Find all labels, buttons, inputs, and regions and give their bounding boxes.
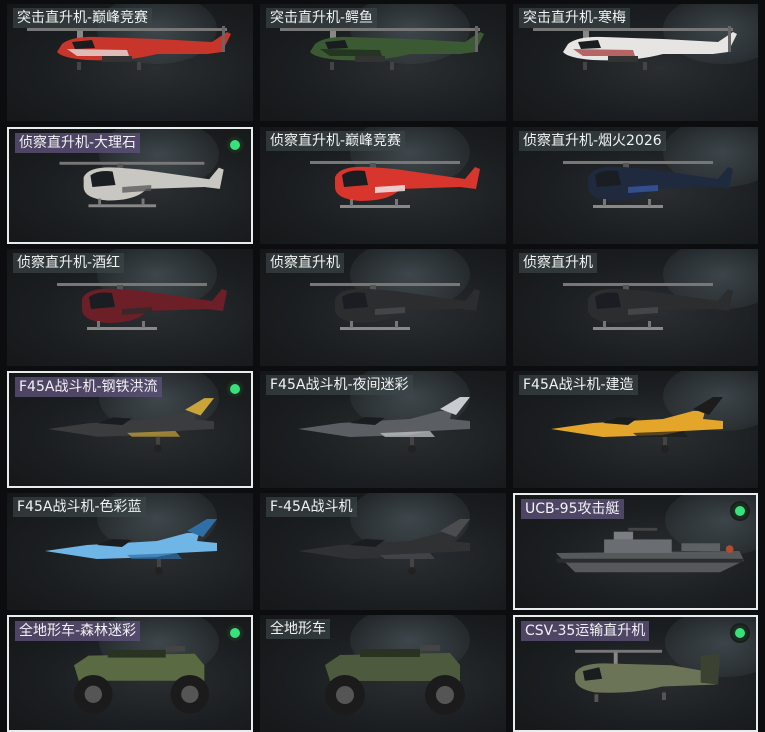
vehicle-card-label: 突击直升机-巅峰竞赛 — [13, 8, 153, 28]
vehicle-card-label: 突击直升机-鳄鱼 — [266, 8, 378, 28]
vehicle-card[interactable]: 全地形车 — [260, 615, 506, 732]
vehicle-skin-grid: 突击直升机-巅峰竞赛 突击直升机-鳄鱼 突击直升机-寒梅 侦察直升机-大理石 侦… — [0, 0, 765, 732]
vehicle-card-label: 侦察直升机-酒红 — [13, 253, 125, 273]
vehicle-card[interactable]: 侦察直升机-酒红 — [7, 249, 253, 366]
vehicle-card[interactable]: 侦察直升机 — [260, 249, 506, 366]
owned-status-icon — [732, 625, 748, 641]
vehicle-card[interactable]: CSV-35运输直升机 — [513, 615, 758, 732]
vehicle-card[interactable]: 侦察直升机-巅峰竞赛 — [260, 127, 506, 244]
vehicle-card[interactable]: 侦察直升机 — [513, 249, 758, 366]
vehicle-card-label: 侦察直升机-大理石 — [15, 133, 141, 153]
vehicle-card[interactable]: 突击直升机-寒梅 — [513, 4, 758, 121]
vehicle-card-label: 侦察直升机-巅峰竞赛 — [266, 131, 406, 151]
vehicle-card-label: F45A战斗机-建造 — [519, 375, 638, 395]
vehicle-card-label: F45A战斗机-色彩蓝 — [13, 497, 146, 517]
vehicle-card-label: 全地形车 — [266, 619, 330, 639]
vehicle-card-label: UCB-95攻击艇 — [521, 499, 624, 519]
vehicle-card[interactable]: 突击直升机-鳄鱼 — [260, 4, 506, 121]
vehicle-card[interactable]: F45A战斗机-钢铁洪流 — [7, 371, 253, 488]
vehicle-card[interactable]: F45A战斗机-夜间迷彩 — [260, 371, 506, 488]
vehicle-card[interactable]: 侦察直升机-烟火2026 — [513, 127, 758, 244]
vehicle-card-label: CSV-35运输直升机 — [521, 621, 650, 641]
vehicle-card-label: F-45A战斗机 — [266, 497, 357, 517]
vehicle-card-label: 侦察直升机 — [266, 253, 344, 273]
vehicle-card-label: 侦察直升机 — [519, 253, 597, 273]
vehicle-card[interactable]: F-45A战斗机 — [260, 493, 506, 610]
owned-status-icon — [227, 137, 243, 153]
vehicle-card[interactable]: 全地形车-森林迷彩 — [7, 615, 253, 732]
vehicle-card-label: 突击直升机-寒梅 — [519, 8, 631, 28]
vehicle-card-label: 侦察直升机-烟火2026 — [519, 131, 666, 151]
vehicle-card[interactable]: 侦察直升机-大理石 — [7, 127, 253, 244]
vehicle-card[interactable]: F45A战斗机-建造 — [513, 371, 758, 488]
vehicle-card[interactable]: 突击直升机-巅峰竞赛 — [7, 4, 253, 121]
vehicle-card-label: F45A战斗机-夜间迷彩 — [266, 375, 413, 395]
vehicle-card-label: F45A战斗机-钢铁洪流 — [15, 377, 162, 397]
vehicle-card[interactable]: UCB-95攻击艇 — [513, 493, 758, 610]
vehicle-card-label: 全地形车-森林迷彩 — [15, 621, 141, 641]
owned-status-icon — [227, 381, 243, 397]
owned-status-icon — [732, 503, 748, 519]
owned-status-icon — [227, 625, 243, 641]
vehicle-card[interactable]: F45A战斗机-色彩蓝 — [7, 493, 253, 610]
